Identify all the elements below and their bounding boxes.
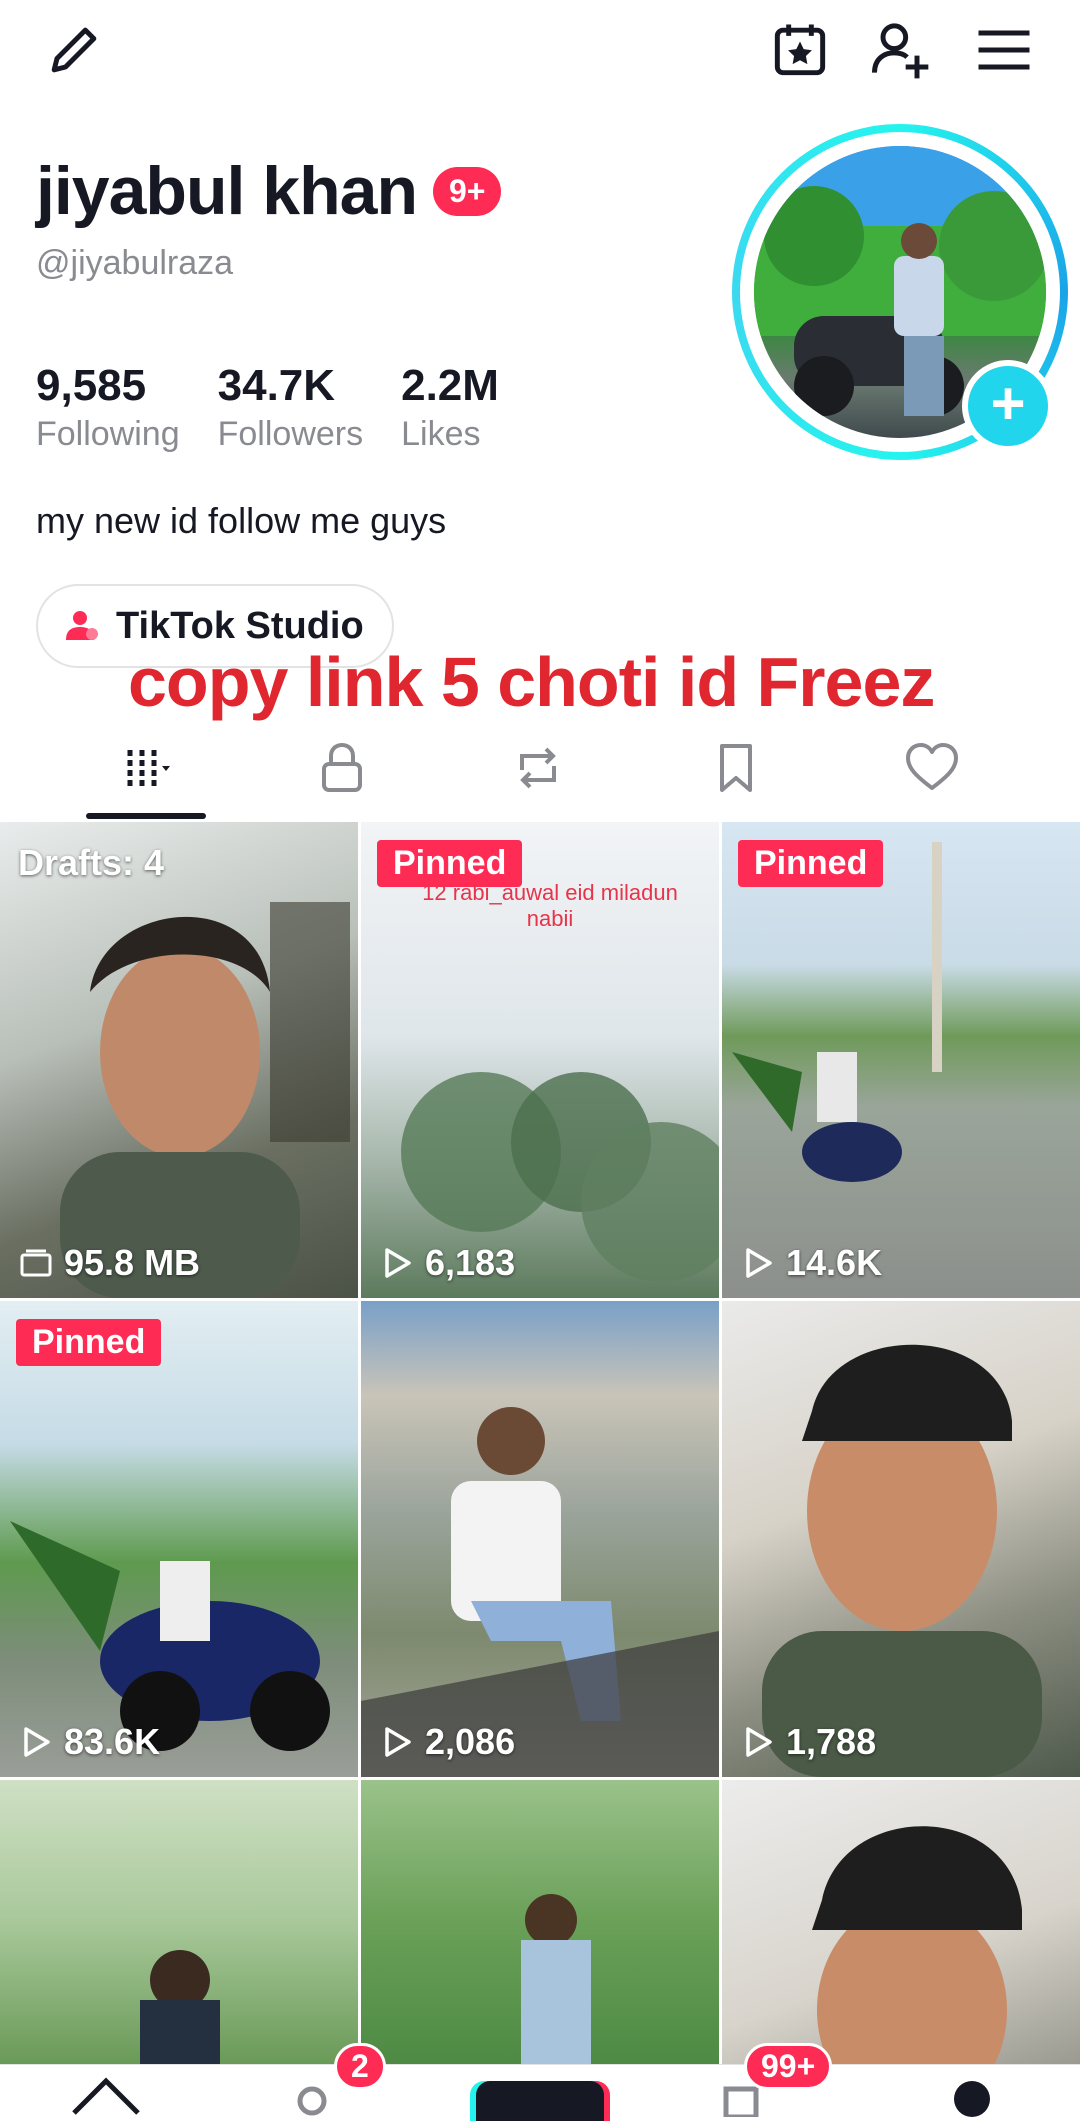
drafts-label: Drafts: 4 xyxy=(18,842,165,883)
top-bar xyxy=(0,0,1080,100)
add-friend-icon[interactable] xyxy=(862,12,938,88)
tile-caption: 12 rabi_auwal eid miladun nabii xyxy=(422,880,678,931)
friends-badge: 2 xyxy=(334,2043,386,2090)
tab-reposts[interactable] xyxy=(494,732,582,804)
stat-value: 34.7K xyxy=(217,361,336,410)
studio-person-icon xyxy=(66,611,98,640)
overlay-caption-text: copy link 5 choti id Freez xyxy=(128,643,935,721)
storage-icon xyxy=(20,1249,52,1277)
profile-tabs xyxy=(0,716,1080,820)
nav-profile[interactable] xyxy=(932,2069,1012,2117)
nav-create[interactable] xyxy=(476,2069,604,2121)
video-tile-drafts[interactable]: Drafts: 4 95.8 MB xyxy=(0,822,358,1298)
heart-icon xyxy=(906,743,958,790)
video-tile[interactable] xyxy=(722,1780,1080,2064)
lock-icon xyxy=(322,742,362,792)
username: @jiyabulraza xyxy=(36,244,234,282)
stat-value: 9,585 xyxy=(36,361,147,410)
active-tab-indicator xyxy=(86,813,206,819)
video-tile[interactable]: Pinned 83.6K xyxy=(0,1301,358,1777)
play-icon xyxy=(746,1727,772,1757)
tab-videos-grid[interactable] xyxy=(104,732,192,804)
repost-icon xyxy=(520,747,556,789)
tab-private[interactable] xyxy=(298,732,386,804)
edit-pencil-icon[interactable] xyxy=(36,12,112,88)
video-tile[interactable]: 1,788 xyxy=(722,1301,1080,1777)
video-tile[interactable]: Pinned 12 rabi_auwal eid miladun nabii 6… xyxy=(361,822,719,1298)
play-icon xyxy=(385,1248,411,1278)
tile-size-value: 95.8 MB xyxy=(64,1242,201,1283)
display-name: jiyabul khan xyxy=(36,153,418,229)
notification-badge[interactable]: 9+ xyxy=(433,166,502,216)
create-plus-icon xyxy=(476,2081,604,2121)
tab-liked[interactable] xyxy=(888,732,976,804)
menu-hamburger-icon[interactable] xyxy=(966,12,1042,88)
tile-views-value: 2,086 xyxy=(425,1721,516,1762)
add-story-plus-icon[interactable]: + xyxy=(962,360,1054,452)
stat-value: 2.2M xyxy=(401,361,499,410)
pinned-badge: Pinned xyxy=(738,840,884,887)
play-icon xyxy=(385,1727,411,1757)
tile-views: 83.6K xyxy=(18,1721,160,1763)
home-icon xyxy=(72,2077,140,2115)
calendar-star-icon[interactable] xyxy=(762,12,838,88)
tile-views: 1,788 xyxy=(740,1721,876,1763)
bookmark-icon xyxy=(720,744,752,792)
tile-views-value: 83.6K xyxy=(64,1721,161,1762)
video-tile[interactable] xyxy=(361,1780,719,2064)
avatar[interactable]: + xyxy=(732,124,1068,460)
stat-following[interactable]: 9,585 Following xyxy=(36,360,180,456)
inbox-badge: 99+ xyxy=(744,2043,833,2090)
stat-label: Following xyxy=(36,415,180,453)
tile-views: 14.6K xyxy=(740,1242,882,1284)
tile-views-value: 14.6K xyxy=(786,1242,883,1283)
tab-favorites[interactable] xyxy=(692,732,780,804)
stat-label: Followers xyxy=(217,415,364,453)
video-tile[interactable]: Pinned 14.6K xyxy=(722,822,1080,1298)
tile-views-value: 1,788 xyxy=(786,1721,877,1762)
profile-name-row: jiyabul khan 9+ xyxy=(36,152,502,230)
bottom-navigation: 2 99+ xyxy=(0,2043,1080,2121)
pinned-badge: Pinned xyxy=(16,1319,162,1366)
tile-views-value: 6,183 xyxy=(425,1242,516,1283)
stat-followers[interactable]: 34.7K Followers xyxy=(218,360,363,456)
nav-home[interactable] xyxy=(66,2069,146,2117)
tile-views: 6,183 xyxy=(379,1242,515,1284)
video-tile[interactable] xyxy=(0,1780,358,2064)
play-icon xyxy=(24,1727,50,1757)
tile-size: 95.8 MB xyxy=(18,1242,200,1284)
profile-stats: 9,585 Following 34.7K Followers 2.2M Lik… xyxy=(36,360,537,456)
tile-views: 2,086 xyxy=(379,1721,515,1763)
video-tile[interactable]: 2,086 xyxy=(361,1301,719,1777)
play-icon xyxy=(746,1248,772,1278)
grid-dropdown-icon xyxy=(127,750,170,786)
stat-label: Likes xyxy=(401,415,481,453)
profile-icon xyxy=(954,2081,990,2117)
stat-likes[interactable]: 2.2M Likes xyxy=(401,360,499,456)
bio-text: my new id follow me guys xyxy=(36,500,447,541)
